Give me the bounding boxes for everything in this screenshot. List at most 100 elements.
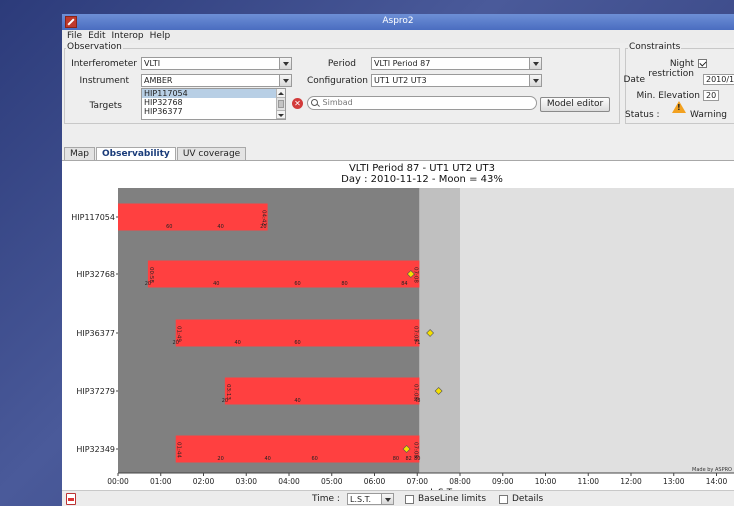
tab-bar: Map Observability UV coverage (64, 147, 247, 160)
configuration-label: Configuration (306, 76, 368, 86)
time-combo[interactable]: L.S.T. (347, 493, 394, 505)
remove-target-icon[interactable]: ✕ (292, 98, 303, 109)
min-elevation-field[interactable]: 20 (703, 90, 719, 101)
chevron-down-icon[interactable] (279, 75, 291, 86)
bottom-bar: Time : L.S.T. BaseLine limits Details (62, 490, 734, 506)
targets-label: Targets (89, 101, 122, 111)
target-item-hip36377[interactable]: HIP36377 (142, 107, 285, 116)
model-editor-button[interactable]: Model editor (540, 97, 610, 112)
elevation-tick-label-0: 20 (145, 281, 151, 287)
night-band-1 (419, 188, 460, 473)
x-tick-label-14: 14:00 (706, 477, 728, 486)
details-label: Details (512, 494, 544, 504)
x-tick-label-0: 00:00 (107, 477, 129, 486)
chevron-down-icon[interactable] (381, 494, 393, 504)
target-label-hip32349: HIP32349 (76, 445, 115, 454)
interferometer-value: VLTI (144, 59, 161, 68)
aspro2-window: Aspro2 File Edit Interop Help Observatio… (62, 14, 734, 506)
elevation-tick-label-0: 60 (166, 224, 172, 230)
elevation-tick-label-1: 40 (235, 340, 241, 346)
details-checkbox[interactable] (499, 495, 508, 504)
observability-bar-hip32768 (147, 260, 420, 288)
elevation-tick-label-2: 60 (311, 456, 317, 462)
x-tick-label-4: 04:00 (278, 477, 300, 486)
x-tick-label-12: 12:00 (620, 477, 642, 486)
interferometer-label: Interferometer (71, 59, 137, 69)
targets-scrollbar[interactable] (276, 89, 285, 119)
configuration-combo[interactable]: UT1 UT2 UT3 (371, 74, 542, 87)
elevation-tick-label-1: 40 (213, 281, 219, 287)
night-restriction-checkbox[interactable] (698, 59, 707, 68)
x-tick-label-8: 08:00 (449, 477, 471, 486)
configuration-value: UT1 UT2 UT3 (374, 76, 427, 85)
tab-map[interactable]: Map (64, 147, 95, 160)
search-icon (311, 99, 318, 106)
x-tick-label-5: 05:00 (321, 477, 343, 486)
instrument-combo[interactable]: AMBER (141, 74, 292, 87)
night-band-2 (460, 188, 734, 473)
scroll-up-icon[interactable] (277, 89, 285, 98)
chevron-down-icon[interactable] (529, 58, 541, 69)
x-tick-label-13: 13:00 (663, 477, 685, 486)
tab-observability[interactable]: Observability (96, 147, 176, 160)
target-label-hip36377: HIP36377 (76, 329, 115, 338)
observability-panel: VLTI Period 87 - UT1 UT2 UT3 Day : 2010-… (62, 160, 734, 491)
elevation-tick-label-0: 20 (222, 398, 228, 404)
period-value: VLTI Period 87 (374, 59, 431, 68)
x-tick-label-3: 03:00 (235, 477, 257, 486)
elevation-tick-label-1: 40 (294, 398, 300, 404)
elevation-tick-label-3: 80 (393, 456, 399, 462)
x-tick-label-7: 07:00 (406, 477, 428, 486)
date-field[interactable]: 2010/11/12 (703, 74, 734, 85)
status-value: Warning (690, 110, 728, 120)
scroll-thumb[interactable] (278, 100, 284, 108)
x-tick-label-11: 11:00 (577, 477, 599, 486)
elevation-tick-label-2: 60 (294, 340, 300, 346)
observability-bar-hip37279 (224, 377, 420, 405)
elevation-tick-label-3: 71 (414, 340, 420, 346)
observability-bar-hip117054 (118, 203, 268, 231)
elevation-tick-label-5: 80 (414, 456, 420, 462)
chart-credit: Made by ASPRO (692, 467, 732, 473)
pdf-export-icon[interactable] (66, 493, 76, 505)
instrument-value: AMBER (144, 76, 173, 85)
elevation-tick-label-0: 20 (173, 340, 179, 346)
target-label-hip37279: HIP37279 (76, 387, 115, 396)
target-item-hip117054[interactable]: HIP117054 (142, 89, 285, 98)
target-label-hip32768: HIP32768 (76, 270, 115, 279)
observability-chart[interactable]: HIP117054 04:4260 40 20HIP32768 00:58 07:0820… (62, 161, 734, 491)
baseline-limits-label: BaseLine limits (418, 494, 487, 504)
elevation-tick-label-2: 20 (260, 224, 266, 230)
instrument-label: Instrument (79, 76, 129, 86)
baseline-limits-checkbox[interactable] (405, 495, 414, 504)
interferometer-combo[interactable]: VLTI (141, 57, 292, 70)
chevron-down-icon[interactable] (529, 75, 541, 86)
elevation-tick-label-2: 48 (414, 398, 420, 404)
title-bar[interactable]: Aspro2 (62, 14, 734, 30)
date-label: Date (623, 75, 645, 85)
time-label: Time : (312, 494, 340, 504)
targets-list[interactable]: HIP117054 HIP32768 HIP36377 (141, 88, 286, 120)
elevation-tick-label-4: 84 (401, 281, 407, 287)
x-tick-label-2: 02:00 (193, 477, 215, 486)
chevron-down-icon[interactable] (279, 58, 291, 69)
x-tick-label-9: 09:00 (492, 477, 514, 486)
target-label-hip117054: HIP117054 (71, 213, 115, 222)
tab-uv-coverage[interactable]: UV coverage (176, 147, 247, 160)
elevation-tick-label-4: 82 (406, 456, 412, 462)
target-item-hip32768[interactable]: HIP32768 (142, 98, 285, 107)
period-combo[interactable]: VLTI Period 87 (371, 57, 542, 70)
elevation-tick-label-0: 20 (217, 456, 223, 462)
window-title: Aspro2 (382, 16, 414, 26)
warning-icon (672, 101, 686, 113)
simbad-search-input[interactable]: Simbad (307, 96, 537, 110)
elevation-tick-label-1: 40 (264, 456, 270, 462)
observation-group-title: Observation (66, 42, 123, 52)
elevation-tick-label-1: 40 (217, 224, 223, 230)
scroll-down-icon[interactable] (277, 110, 285, 119)
elevation-tick-label-2: 60 (294, 281, 300, 287)
x-tick-label-6: 06:00 (364, 477, 386, 486)
status-label: Status : (625, 110, 660, 120)
menu-help[interactable]: Help (148, 30, 175, 43)
observability-bar-hip32349 (175, 435, 420, 463)
